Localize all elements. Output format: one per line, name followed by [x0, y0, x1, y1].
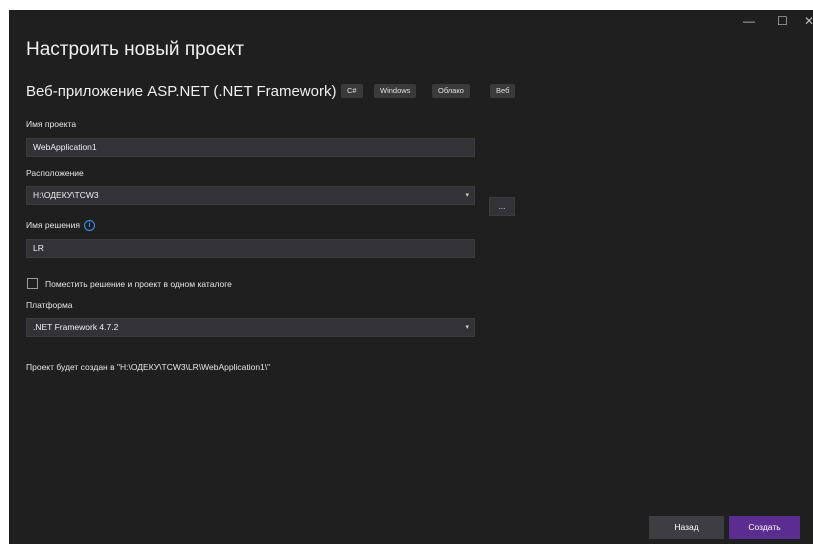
output-path-text: Проект будет создан в "H:\ОДЕКУ\TCW3\LR\… [26, 362, 271, 372]
minimize-icon[interactable]: — [743, 14, 755, 28]
chevron-down-icon: ▾ [465, 192, 469, 199]
back-button[interactable]: Назад [649, 516, 724, 539]
tag-windows: Windows [374, 84, 417, 98]
project-name-input[interactable]: WebApplication1 [26, 138, 475, 157]
platform-dropdown[interactable]: .NET Framework 4.7.2 ▾ [26, 318, 475, 337]
solution-name-label: Имя решения i [26, 220, 95, 232]
tag-web: Веб [490, 84, 516, 98]
page-title: Настроить новый проект [26, 39, 245, 60]
location-label: Расположение [26, 168, 84, 178]
chevron-down-icon: ▾ [465, 324, 469, 331]
maximize-icon[interactable]: ☐ [777, 14, 788, 28]
create-button[interactable]: Создать [729, 516, 800, 539]
tag-csharp: C# [341, 84, 363, 98]
browse-button[interactable]: ... [489, 197, 515, 216]
same-folder-label[interactable]: Поместить решение и проект в одном катал… [45, 279, 232, 289]
project-name-label: Имя проекта [26, 119, 77, 129]
info-icon[interactable]: i [83, 220, 95, 232]
solution-name-input[interactable]: LR [26, 239, 475, 258]
same-folder-checkbox[interactable] [27, 278, 38, 289]
tag-cloud: Облако [432, 84, 470, 98]
location-dropdown[interactable]: H:\ОДЕКУ\TCW3 ▾ [26, 186, 475, 205]
template-name: Веб-приложение ASP.NET (.NET Framework) [26, 83, 337, 100]
close-icon[interactable]: ✕ [804, 14, 813, 28]
new-project-dialog: — ☐ ✕ Настроить новый проект Веб-приложе… [9, 10, 813, 544]
platform-label: Платформа [26, 300, 73, 310]
